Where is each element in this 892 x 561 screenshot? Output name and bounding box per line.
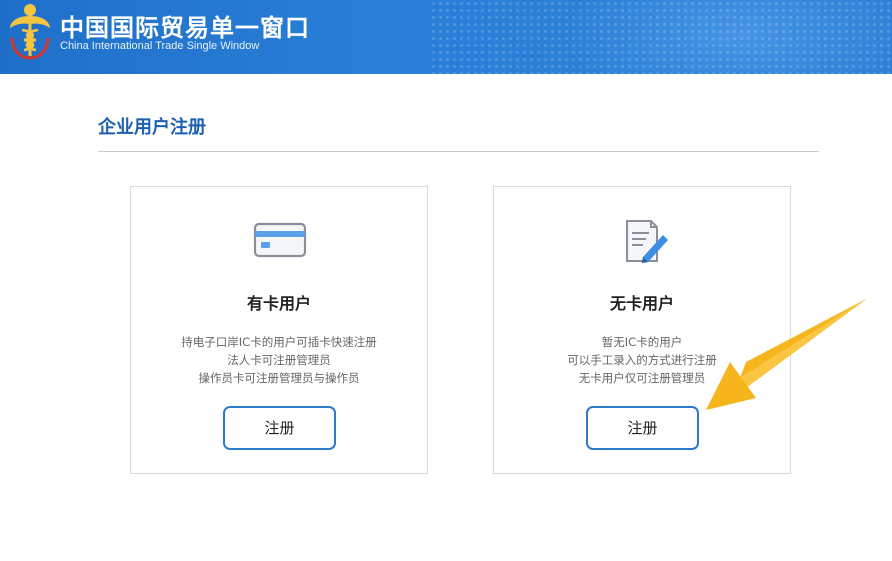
site-title-cn: 中国国际贸易单一窗口: [60, 14, 310, 42]
card-icon: [253, 222, 307, 258]
card-desc-line: 操作员卡可注册管理员与操作员: [198, 371, 360, 385]
document-edit-icon: [626, 220, 668, 263]
title-divider: [98, 151, 819, 152]
pointer-arrow-icon: [706, 298, 868, 410]
card-desc-line: 持电子口岸IC卡的用户可插卡快速注册: [181, 335, 377, 349]
register-button-with-card[interactable]: 注册: [223, 406, 336, 450]
card-title: 有卡用户: [246, 294, 311, 313]
card-with-ic-card: 有卡用户 持电子口岸IC卡的用户可插卡快速注册 法人卡可注册管理员 操作员卡可注…: [130, 186, 428, 474]
site-title-en: China International Trade Single Window: [60, 40, 260, 52]
customs-logo-icon: [10, 4, 50, 60]
header-dot-pattern: [430, 0, 892, 74]
register-button-without-card[interactable]: 注册: [586, 406, 699, 450]
page-title: 企业用户注册: [98, 117, 206, 138]
card-desc-line: 法人卡可注册管理员: [227, 353, 331, 367]
card-description: 持电子口岸IC卡的用户可插卡快速注册 法人卡可注册管理员 操作员卡可注册管理员与…: [131, 333, 427, 387]
header-banner: 中国国际贸易单一窗口 China International Trade Sin…: [0, 0, 892, 74]
